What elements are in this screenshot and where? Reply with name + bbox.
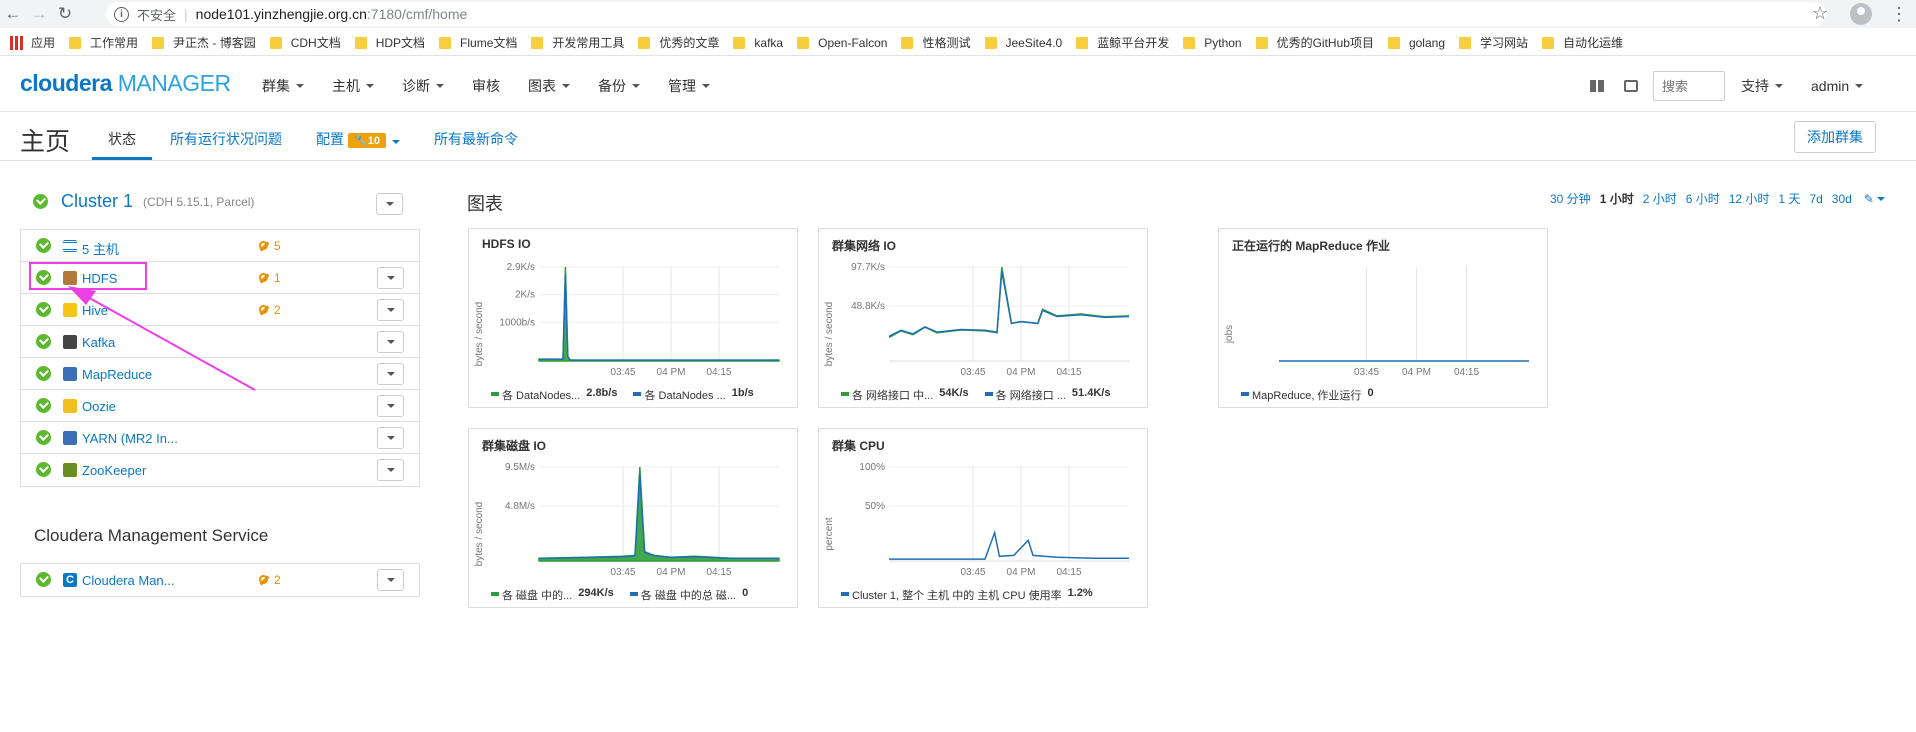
mgmt-service-title: Cloudera Management Service <box>34 526 269 545</box>
y-tick-label: 4.8M/s <box>505 501 535 512</box>
x-tick-label: 03:45 <box>960 567 985 578</box>
cloudera-mgmt-icon: C <box>63 573 77 587</box>
legend-swatch <box>629 592 638 596</box>
y-axis-label: bytes / second <box>474 302 485 366</box>
chart-mapreduce-jobs[interactable]: 正在运行的 MapReduce 作业 jobs 03:45 04 PM 04:15 Map… <box>1218 228 1548 408</box>
mgmt-services-table: C Cloudera Man... 2 <box>20 563 420 597</box>
legend-swatch <box>1241 392 1249 396</box>
chart-legend: 各 DataNodes... 2.8b/s 各 DataNodes ... 1b/s <box>491 387 770 403</box>
time-range-option[interactable]: 2 小时 <box>1643 190 1677 207</box>
series-line <box>889 530 1129 560</box>
chart-cpu[interactable]: 群集 CPU percent 100% 50% 03:45 04 PM 04:15 Clust… <box>818 428 1148 608</box>
legend-series-name: 各 DataNodes ... <box>644 390 726 402</box>
edit-pencil-icon[interactable]: ✎ <box>1864 192 1874 206</box>
legend-series-value: 54K/s <box>939 387 969 399</box>
time-range-option[interactable]: 30d <box>1832 192 1852 206</box>
y-tick-label: 2.9K/s <box>507 262 535 273</box>
chart-plot: bytes / second 97.7K/s 48.8K/s 03:45 04 PM 04… <box>824 262 1130 378</box>
arrow-line <box>74 289 256 391</box>
series-line <box>538 266 780 362</box>
chevron-down-icon <box>386 578 395 582</box>
x-tick-label: 04:15 <box>706 567 731 578</box>
legend-swatch <box>841 392 849 396</box>
y-tick-label: 97.7K/s <box>851 262 885 273</box>
series-line <box>538 466 780 562</box>
chart-plot: jobs 03:45 04 PM 04:15 <box>1224 267 1529 378</box>
time-range-option[interactable]: 7d <box>1809 192 1822 206</box>
y-tick-label: 100% <box>859 462 885 473</box>
charts-title: 图表 <box>467 194 503 214</box>
legend-series-value: 1.2% <box>1067 587 1093 599</box>
x-tick-label: 03:45 <box>610 567 635 578</box>
chart-plot: bytes / second 9.5M/s 4.8M/s 03:45 04 PM 04:1… <box>474 462 780 578</box>
time-range-selector: 30 分钟 1 小时 2 小时 6 小时 12 小时 1 天 7d 30d ✎ <box>1541 190 1885 207</box>
time-range-option[interactable]: 12 小时 <box>1729 190 1770 207</box>
series-line <box>538 474 779 560</box>
legend-swatch <box>984 392 993 396</box>
x-tick-label: 03:45 <box>1354 367 1379 378</box>
arrow-head <box>68 286 96 305</box>
y-tick-label: 50% <box>865 501 885 512</box>
status-ok-icon <box>36 572 51 587</box>
legend-series-name: 各 网络接口 ... <box>995 390 1066 402</box>
x-tick-label: 04 PM <box>657 367 686 378</box>
service-actions-dropdown[interactable] <box>377 569 404 591</box>
legend-swatch <box>633 392 642 396</box>
x-tick-label: 03:45 <box>960 367 985 378</box>
y-axis-label: bytes / second <box>474 502 485 566</box>
time-range-option[interactable]: 6 小时 <box>1686 190 1720 207</box>
legend-series-value: 2.8b/s <box>586 387 618 399</box>
x-tick-label: 03:45 <box>610 367 635 378</box>
chart-hdfs-io[interactable]: HDFS IO bytes / second 2.9K/s 2K/s 1000b/s 03… <box>468 228 798 408</box>
y-tick-label: 1000b/s <box>499 317 535 328</box>
legend-series-value: 0 <box>742 587 749 599</box>
config-warning-count[interactable]: 2 <box>259 573 281 587</box>
chart-legend: MapReduce, 作业运行 0 <box>1241 387 1390 403</box>
series-line <box>539 274 779 361</box>
chart-legend: 各 网络接口 中... 54K/s 各 网络接口 ... 51.4K/s <box>841 387 1126 403</box>
legend-series-name: Cluster 1, 整个 主机 中的 主机 CPU 使用率 <box>852 590 1062 602</box>
legend-series-name: 各 磁盘 中的总 磁... <box>640 590 737 602</box>
wrench-icon <box>259 574 270 586</box>
chart-disk-io[interactable]: 群集磁盘 IO bytes / second 9.5M/s 4.8M/s 03:45 04… <box>468 428 798 608</box>
chart-legend: 各 磁盘 中的... 294K/s 各 磁盘 中的总 磁... 0 <box>491 587 764 603</box>
legend-swatch <box>491 592 499 596</box>
chevron-down-icon[interactable] <box>1876 196 1885 201</box>
time-range-option[interactable]: 1 天 <box>1778 190 1800 207</box>
x-tick-label: 04 PM <box>1007 567 1036 578</box>
y-axis-label: percent <box>824 517 835 551</box>
chart-legend: Cluster 1, 整个 主机 中的 主机 CPU 使用率 1.2% <box>841 587 1109 603</box>
chart-plot: percent 100% 50% 03:45 04 PM 04:15 <box>824 462 1129 578</box>
x-tick-label: 04:15 <box>1056 367 1081 378</box>
y-tick-label: 2K/s <box>515 290 535 301</box>
x-tick-label: 04 PM <box>1007 367 1036 378</box>
warning-count: 2 <box>274 573 281 587</box>
chart-network-io[interactable]: 群集网络 IO bytes / second 97.7K/s 48.8K/s 03:45… <box>818 228 1148 408</box>
x-tick-label: 04:15 <box>1454 367 1479 378</box>
legend-series-name: MapReduce, 作业运行 <box>1252 390 1362 402</box>
legend-swatch <box>841 592 849 596</box>
legend-series-name: 各 网络接口 中... <box>852 390 934 402</box>
x-tick-label: 04 PM <box>657 567 686 578</box>
x-tick-label: 04:15 <box>706 367 731 378</box>
y-axis-label: jobs <box>1224 325 1235 344</box>
y-tick-label: 9.5M/s <box>505 462 535 473</box>
legend-series-name: 各 磁盘 中的... <box>502 590 573 602</box>
legend-series-value: 51.4K/s <box>1071 387 1111 399</box>
legend-swatch <box>491 392 499 396</box>
legend-series-value: 294K/s <box>578 587 614 599</box>
legend-series-value: 1b/s <box>731 387 754 399</box>
legend-series-value: 0 <box>1367 387 1374 399</box>
service-name-link[interactable]: Cloudera Man... <box>82 573 175 588</box>
x-tick-label: 04:15 <box>1056 567 1081 578</box>
y-tick-label: 48.8K/s <box>851 301 885 312</box>
x-tick-label: 04 PM <box>1402 367 1431 378</box>
legend-series-name: 各 DataNodes... <box>502 390 581 402</box>
service-row-cloudera-mgmt: C Cloudera Man... 2 <box>21 564 419 596</box>
time-range-option[interactable]: 1 小时 <box>1600 190 1634 207</box>
chart-plot: bytes / second 2.9K/s 2K/s 1000b/s 03:45 04 P… <box>474 262 780 378</box>
time-range-option[interactable]: 30 分钟 <box>1550 190 1591 207</box>
series-line <box>888 271 1130 338</box>
y-axis-label: bytes / second <box>824 302 835 366</box>
